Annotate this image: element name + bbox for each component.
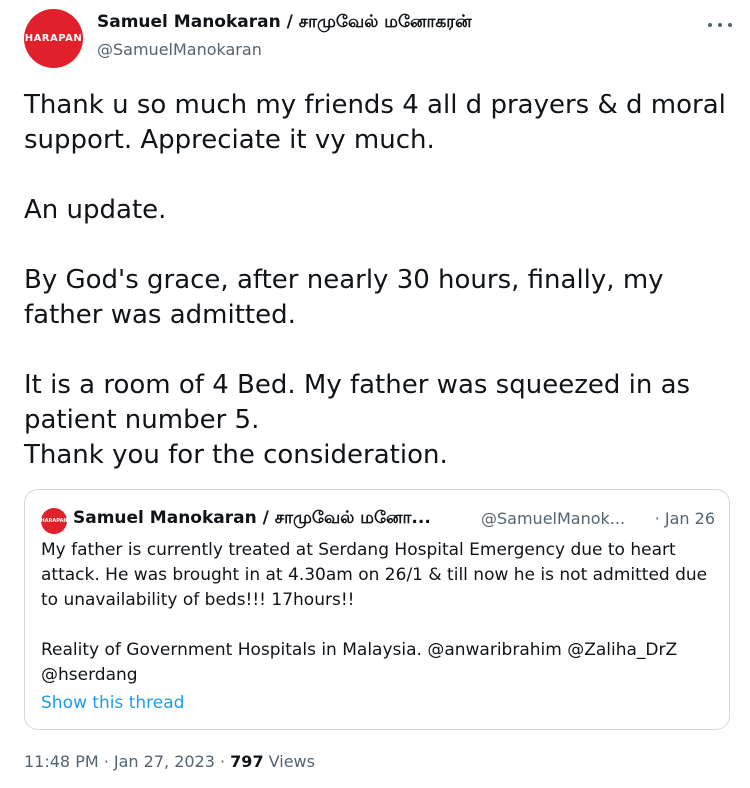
- quote-text: My father is currently treated at Serdan…: [41, 540, 708, 685]
- author-name[interactable]: Samuel Manokaran / சாமுவேல் மனோகரன்: [97, 12, 472, 34]
- views-label: Views: [263, 752, 315, 771]
- quote-avatar-logo-text: HARAPAN: [40, 518, 68, 524]
- quote-author-avatar: HARAPAN: [40, 508, 68, 534]
- quote-author-name: Samuel Manokaran / சாமுவேல் மனோ...: [73, 508, 431, 528]
- tweet-text: Thank u so much my friends 4 all d praye…: [24, 90, 726, 470]
- show-thread-link[interactable]: Show this thread: [41, 693, 184, 713]
- quote-author-handle: @SamuelManok...: [481, 509, 626, 528]
- quoted-tweet[interactable]: HARAPAN Samuel Manokaran / சாமுவேல் மனோ.…: [24, 489, 730, 730]
- author-avatar[interactable]: HARAPAN: [24, 9, 83, 68]
- tweet-timestamp[interactable]: 11:48 PM · Jan 27, 2023 ·: [24, 752, 230, 771]
- more-options-icon[interactable]: [708, 16, 732, 34]
- quote-date: · Jan 26: [654, 509, 715, 528]
- tweet-meta: 11:48 PM · Jan 27, 2023 · 797 Views: [24, 752, 315, 771]
- avatar-logo-text: HARAPAN: [24, 33, 83, 44]
- author-handle[interactable]: @SamuelManokaran: [97, 40, 262, 59]
- views-count: 797: [230, 752, 264, 771]
